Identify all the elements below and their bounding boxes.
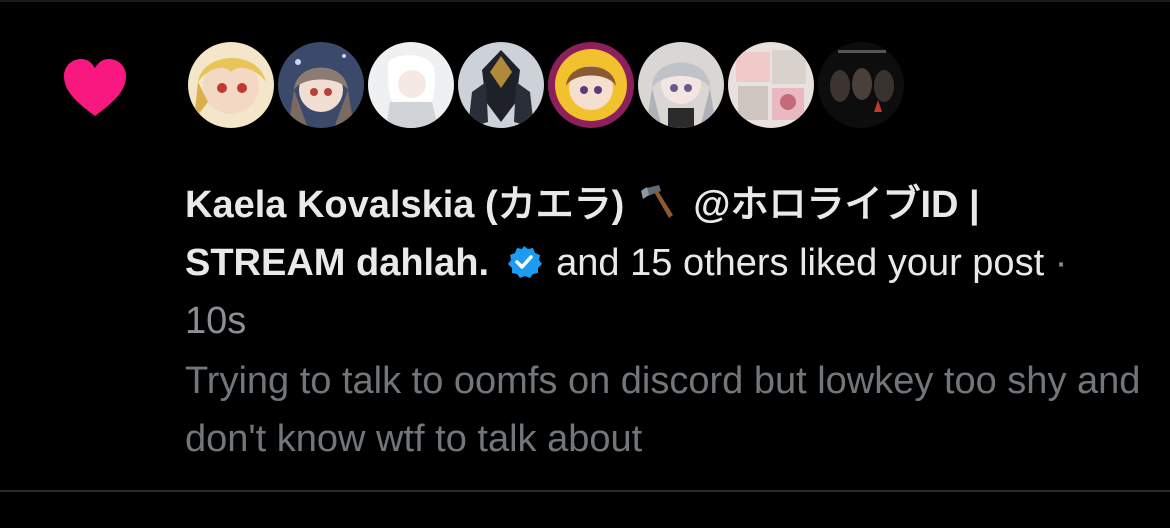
like-notification[interactable]: Kaela Kovalskia (カエラ) @ホロライブID | STREAM … <box>0 0 1170 528</box>
liker-avatars <box>188 42 908 132</box>
heart-icon <box>64 59 126 116</box>
avatar[interactable] <box>458 42 544 128</box>
liked-post-text[interactable]: Trying to talk to oomfs on discord but l… <box>185 352 1145 468</box>
avatar[interactable] <box>638 42 724 128</box>
timestamp: 10s <box>185 300 247 342</box>
avatar[interactable] <box>278 42 364 128</box>
avatar[interactable] <box>818 42 904 128</box>
separator: · <box>1054 242 1068 284</box>
avatar[interactable] <box>728 42 814 128</box>
divider-top <box>0 0 1170 2</box>
actor-name[interactable]: Kaela Kovalskia (カエラ) <box>185 184 624 226</box>
verified-badge-icon <box>507 246 542 278</box>
notification-message: Kaela Kovalskia (カエラ) @ホロライブID | STREAM … <box>185 176 1125 350</box>
action-text: and 15 others liked your post <box>556 242 1045 284</box>
avatar[interactable] <box>368 42 454 128</box>
avatar[interactable] <box>548 42 634 128</box>
avatar[interactable] <box>188 42 274 128</box>
divider-bottom <box>0 490 1170 492</box>
hammer-icon <box>640 185 673 218</box>
